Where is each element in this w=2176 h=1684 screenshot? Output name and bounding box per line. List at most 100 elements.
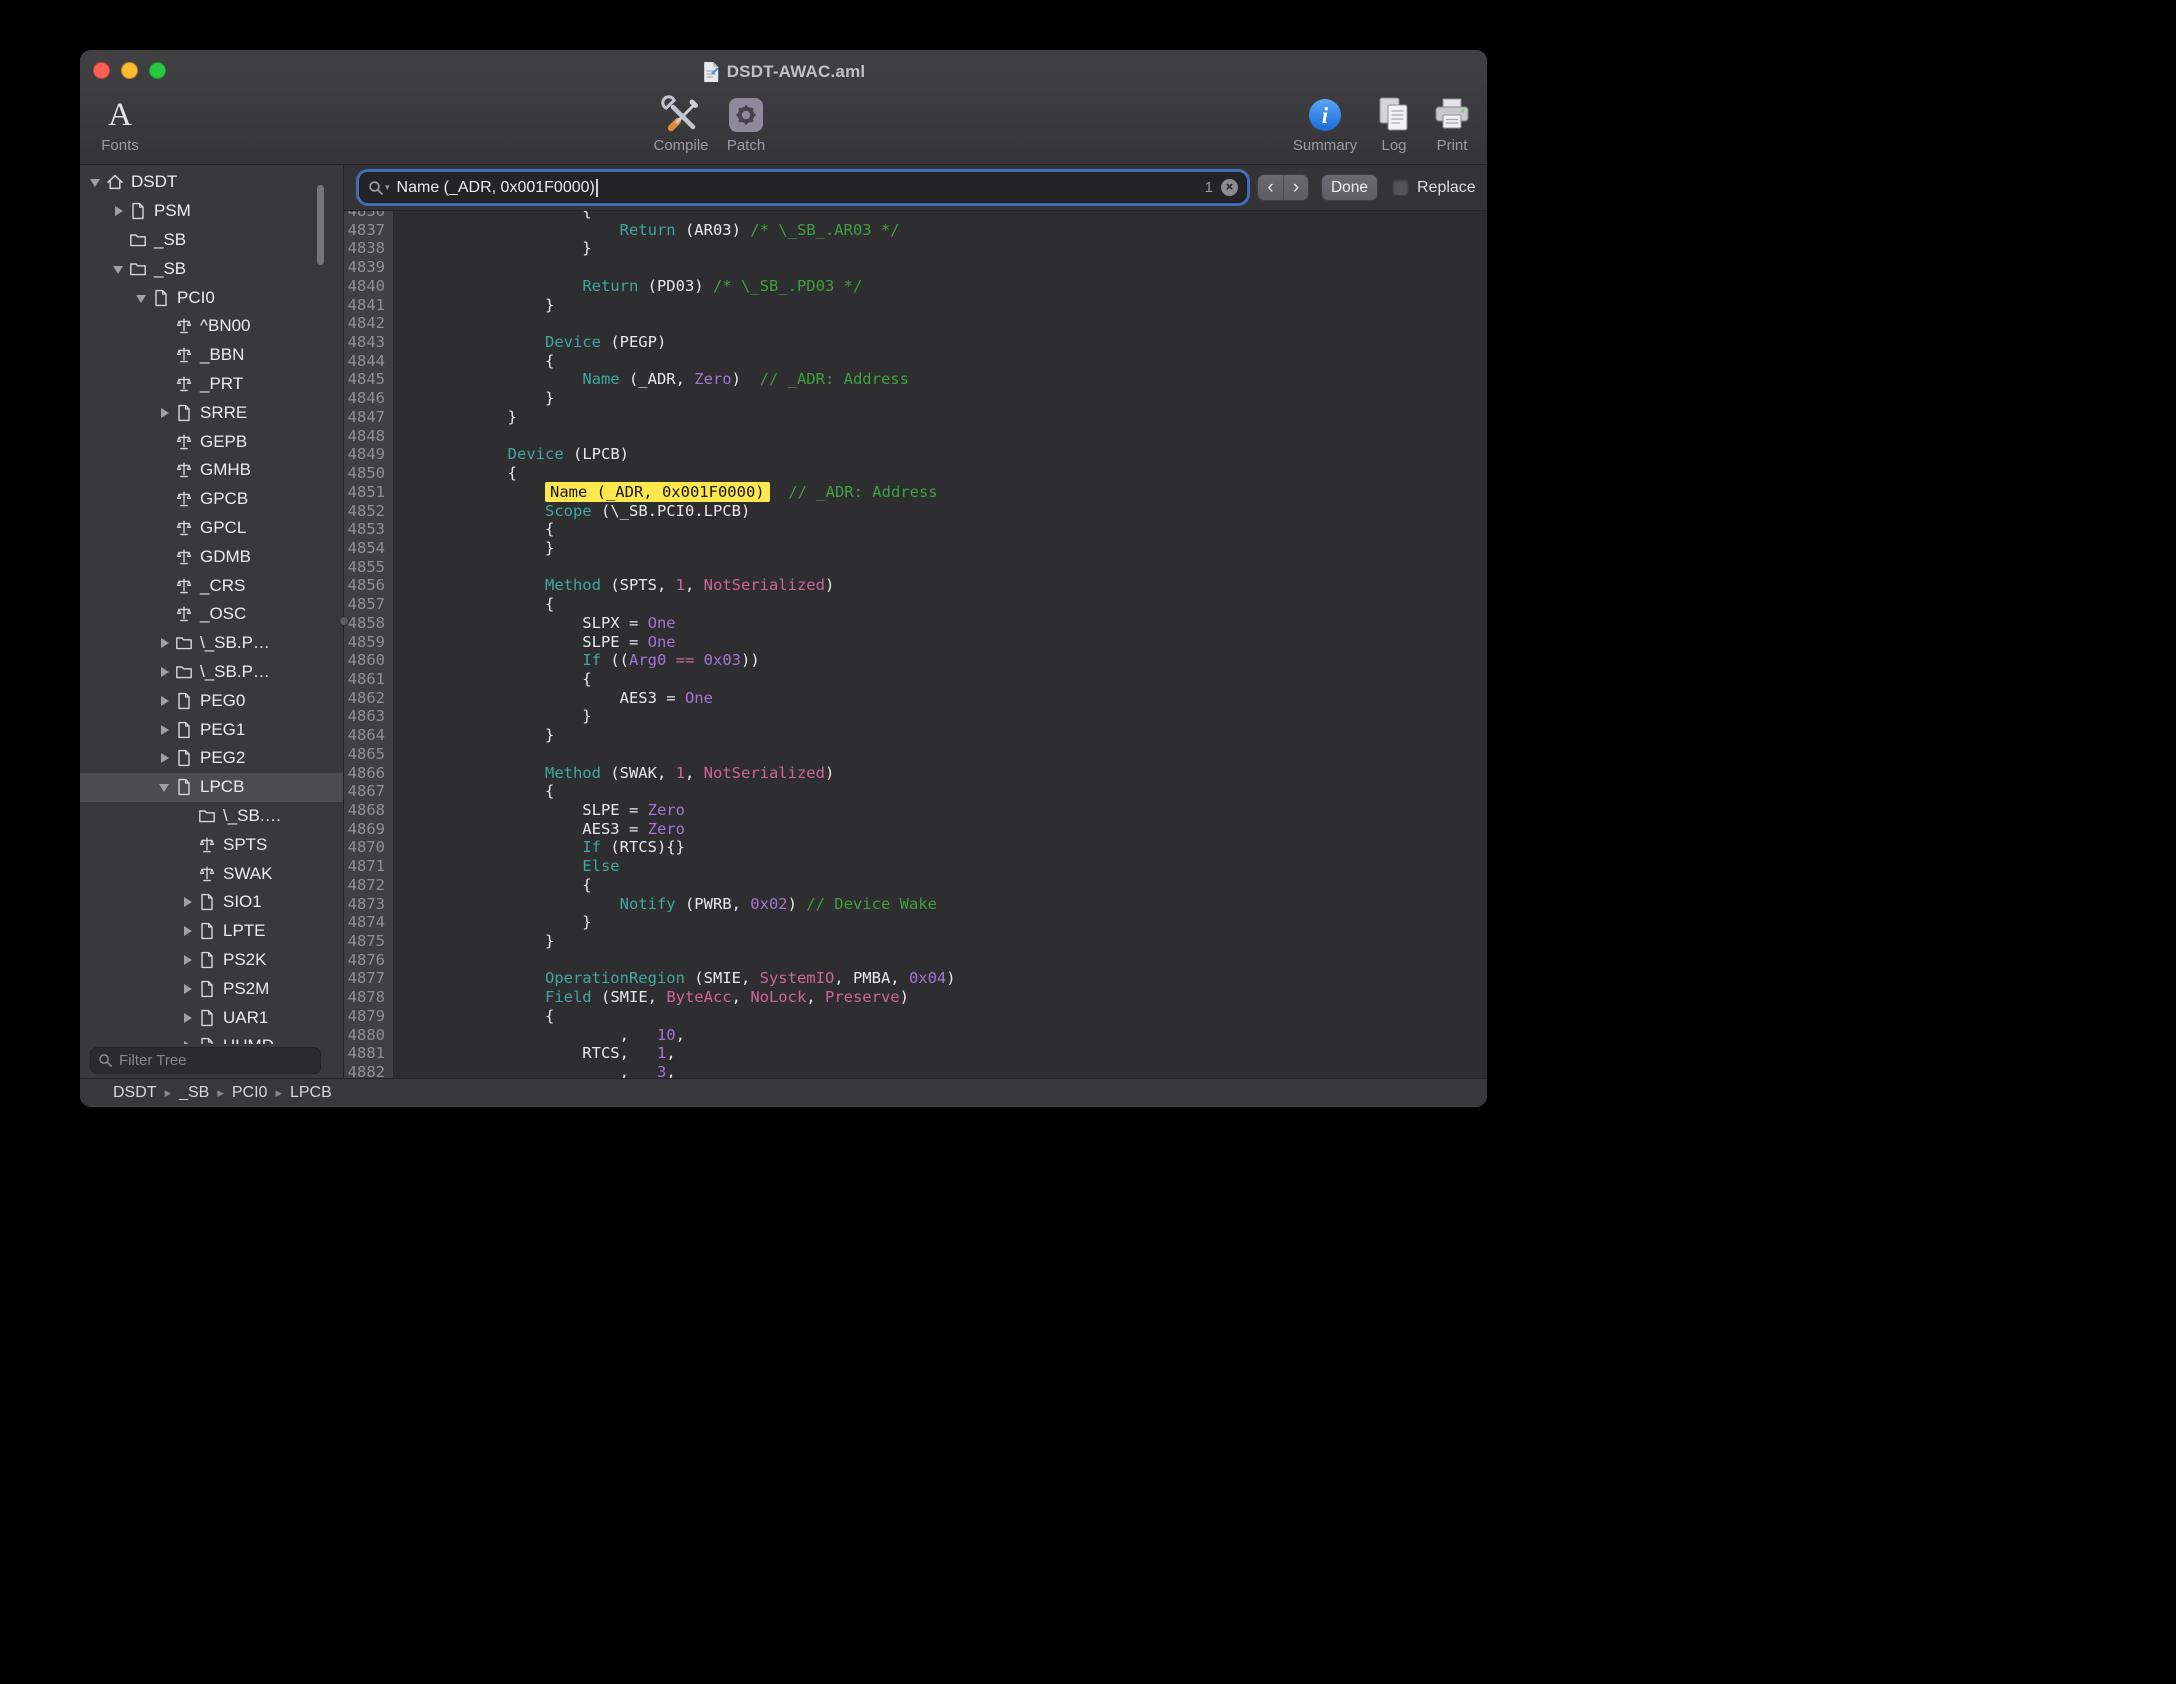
patch-button[interactable]: Patch: [706, 94, 786, 160]
sidebar-item-spts[interactable]: SPTS: [80, 830, 343, 859]
titlebar[interactable]: DSDT-AWAC.aml: [80, 50, 1487, 94]
sidebar-item-psm[interactable]: PSM: [80, 197, 343, 226]
sidebar-item-gpcl[interactable]: GPCL: [80, 514, 343, 543]
disclosure-closed-icon[interactable]: [157, 664, 174, 680]
code-line-4871[interactable]: 4871 Else: [344, 857, 1487, 876]
disclosure-closed-icon[interactable]: [157, 750, 174, 766]
sidebar-item-pci0[interactable]: PCI0: [80, 283, 343, 312]
sidebar-item-sb[interactable]: _SB: [80, 226, 343, 255]
disclosure-open-icon[interactable]: [157, 779, 174, 795]
disclosure-open-icon[interactable]: [134, 290, 151, 306]
minimize-window-button[interactable]: [121, 62, 138, 79]
code-line-4851[interactable]: 4851 Name (_ADR, 0x001F0000) // _ADR: Ad…: [344, 483, 1487, 502]
disclosure-closed-icon[interactable]: [157, 693, 174, 709]
sidebar-item-uar1[interactable]: UAR1: [80, 1003, 343, 1032]
replace-checkbox[interactable]: [1392, 179, 1409, 196]
code-line-4852[interactable]: 4852 Scope (\_SB.PCI0.LPCB): [344, 502, 1487, 521]
code-line-4879[interactable]: 4879 {: [344, 1007, 1487, 1026]
sidebar-item-swak[interactable]: SWAK: [80, 859, 343, 888]
code-line-4849[interactable]: 4849 Device (LPCB): [344, 445, 1487, 464]
code-line-4842[interactable]: 4842: [344, 314, 1487, 333]
code-line-4867[interactable]: 4867 {: [344, 782, 1487, 801]
breadcrumb-item-sb[interactable]: _SB: [179, 1084, 209, 1101]
sidebar-item-crs[interactable]: _CRS: [80, 571, 343, 600]
sidebar-item-ps2k[interactable]: PS2K: [80, 946, 343, 975]
code-line-4845[interactable]: 4845 Name (_ADR, Zero) // _ADR: Address: [344, 370, 1487, 389]
sidebar-item-sb[interactable]: _SB: [80, 254, 343, 283]
disclosure-closed-icon[interactable]: [180, 981, 197, 997]
code-line-4862[interactable]: 4862 AES3 = One: [344, 689, 1487, 708]
code-line-4855[interactable]: 4855: [344, 558, 1487, 577]
code-line-4877[interactable]: 4877 OperationRegion (SMIE, SystemIO, PM…: [344, 969, 1487, 988]
disclosure-closed-icon[interactable]: [180, 923, 197, 939]
disclosure-closed-icon[interactable]: [157, 722, 174, 738]
sidebar-item-gmhb[interactable]: GMHB: [80, 456, 343, 485]
code-editor[interactable]: 4836 {4837 Return (AR03) /* \_SB_.AR03 *…: [344, 211, 1487, 1078]
disclosure-closed-icon[interactable]: [180, 1010, 197, 1026]
code-line-4836[interactable]: 4836 {: [344, 211, 1487, 221]
breadcrumb-item-pci0[interactable]: PCI0: [232, 1084, 268, 1101]
code-line-4865[interactable]: 4865: [344, 745, 1487, 764]
code-line-4882[interactable]: 4882 , 3,: [344, 1063, 1487, 1078]
code-line-4861[interactable]: 4861 {: [344, 670, 1487, 689]
sidebar-scrollbar[interactable]: [317, 185, 324, 265]
print-button[interactable]: Print: [1412, 94, 1487, 160]
code-line-4846[interactable]: 4846 }: [344, 389, 1487, 408]
find-previous-button[interactable]: ‹: [1258, 175, 1283, 200]
code-line-4837[interactable]: 4837 Return (AR03) /* \_SB_.AR03 */: [344, 221, 1487, 240]
code-line-4854[interactable]: 4854 }: [344, 539, 1487, 558]
code-line-4878[interactable]: 4878 Field (SMIE, ByteAcc, NoLock, Prese…: [344, 988, 1487, 1007]
code-line-4843[interactable]: 4843 Device (PEGP): [344, 333, 1487, 352]
code-line-4848[interactable]: 4848: [344, 427, 1487, 446]
sidebar-item-peg1[interactable]: PEG1: [80, 715, 343, 744]
zoom-window-button[interactable]: [149, 62, 166, 79]
sidebar-item-sbp[interactable]: \_SB.P…: [80, 629, 343, 658]
code-line-4880[interactable]: 4880 , 10,: [344, 1026, 1487, 1045]
disclosure-open-icon[interactable]: [111, 261, 128, 277]
code-line-4858[interactable]: 4858 SLPX = One: [344, 614, 1487, 633]
code-line-4840[interactable]: 4840 Return (PD03) /* \_SB_.PD03 */: [344, 277, 1487, 296]
code-line-4856[interactable]: 4856 Method (SPTS, 1, NotSerialized): [344, 576, 1487, 595]
code-line-4864[interactable]: 4864 }: [344, 726, 1487, 745]
sidebar-item-gdmb[interactable]: GDMB: [80, 542, 343, 571]
splitter-handle[interactable]: [339, 616, 349, 626]
done-button[interactable]: Done: [1321, 174, 1378, 201]
sidebar-item-srre[interactable]: SRRE: [80, 398, 343, 427]
breadcrumb-item-lpcb[interactable]: LPCB: [290, 1084, 332, 1101]
breadcrumb-item-dsdt[interactable]: DSDT: [113, 1084, 157, 1101]
sidebar-item-sb[interactable]: \_SB.…: [80, 802, 343, 831]
code-line-4859[interactable]: 4859 SLPE = One: [344, 633, 1487, 652]
code-line-4841[interactable]: 4841 }: [344, 296, 1487, 315]
disclosure-open-icon[interactable]: [88, 174, 105, 190]
filter-tree-input[interactable]: Filter Tree: [90, 1047, 321, 1074]
code-line-4874[interactable]: 4874 }: [344, 913, 1487, 932]
sidebar-item-osc[interactable]: _OSC: [80, 600, 343, 629]
disclosure-closed-icon[interactable]: [111, 203, 128, 219]
sidebar-item-gpcb[interactable]: GPCB: [80, 485, 343, 514]
search-input[interactable]: ▾ Name (_ADR, 0x001F0000) 1 ×: [360, 173, 1246, 202]
fonts-button[interactable]: A Fonts: [80, 94, 160, 160]
sidebar-item-prt[interactable]: _PRT: [80, 370, 343, 399]
code-line-4870[interactable]: 4870 If (RTCS){}: [344, 838, 1487, 857]
code-line-4863[interactable]: 4863 }: [344, 707, 1487, 726]
code-line-4844[interactable]: 4844 {: [344, 352, 1487, 371]
sidebar-item-dsdt[interactable]: DSDT: [80, 168, 343, 197]
find-next-button[interactable]: ›: [1283, 175, 1308, 200]
disclosure-closed-icon[interactable]: [180, 952, 197, 968]
code-line-4872[interactable]: 4872 {: [344, 876, 1487, 895]
code-line-4876[interactable]: 4876: [344, 951, 1487, 970]
disclosure-closed-icon[interactable]: [157, 405, 174, 421]
code-line-4873[interactable]: 4873 Notify (PWRB, 0x02) // Device Wake: [344, 895, 1487, 914]
code-line-4853[interactable]: 4853 {: [344, 520, 1487, 539]
code-line-4881[interactable]: 4881 RTCS, 1,: [344, 1044, 1487, 1063]
code-line-4838[interactable]: 4838 }: [344, 239, 1487, 258]
clear-search-icon[interactable]: ×: [1221, 179, 1238, 196]
sidebar-item-peg0[interactable]: PEG0: [80, 686, 343, 715]
code-line-4868[interactable]: 4868 SLPE = Zero: [344, 801, 1487, 820]
sidebar-item-gepb[interactable]: GEPB: [80, 427, 343, 456]
disclosure-closed-icon[interactable]: [157, 635, 174, 651]
code-line-4839[interactable]: 4839: [344, 258, 1487, 277]
code-line-4875[interactable]: 4875 }: [344, 932, 1487, 951]
code-line-4850[interactable]: 4850 {: [344, 464, 1487, 483]
close-window-button[interactable]: [93, 62, 110, 79]
